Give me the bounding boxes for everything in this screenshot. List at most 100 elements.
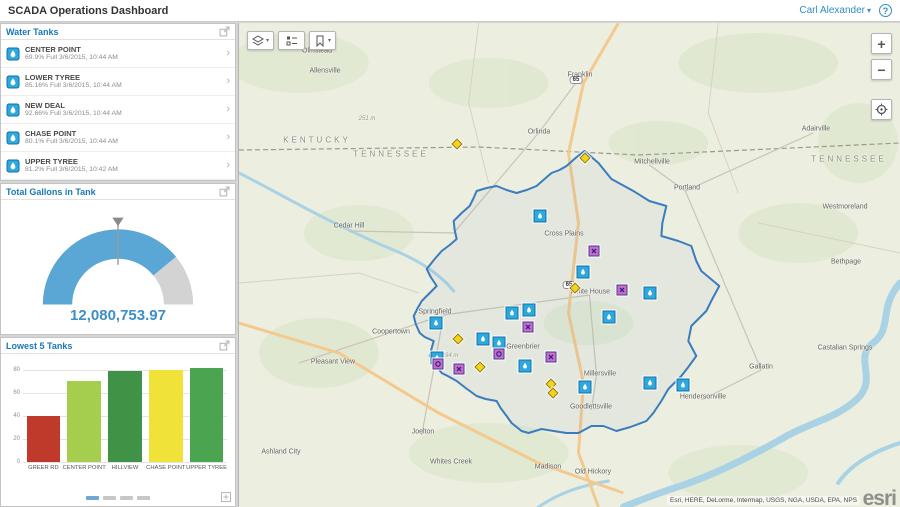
total-gallons-panel-header: Total Gallons in Tank	[1, 184, 235, 200]
water-tank-marker[interactable]	[576, 265, 590, 279]
pager-pill-1[interactable]	[86, 496, 99, 500]
chevron-right-icon: ›	[226, 159, 230, 171]
zoom-controls: + −	[871, 33, 892, 125]
tank-detail: 92.66% Full 3/6/2015, 10:44 AM	[25, 109, 122, 117]
bar-category-label: HILLVIEW	[111, 465, 139, 471]
pump-station-marker[interactable]	[616, 284, 628, 296]
water-tank-marker[interactable]	[476, 332, 490, 346]
tank-list-item[interactable]: LOWER TYREE 85.16% Full 3/6/2015, 10:44 A…	[1, 68, 235, 96]
y-axis-tick: 20	[13, 435, 20, 442]
help-button[interactable]: ?	[879, 4, 892, 17]
water-tank-icon	[6, 103, 20, 117]
pager-pill-4[interactable]	[137, 496, 150, 500]
bar-category-label: CENTER POINT	[62, 465, 106, 471]
panel-title: Lowest 5 Tanks	[6, 340, 73, 351]
bar-category-label: UPPER TYREE	[186, 465, 227, 471]
zoom-in-button[interactable]: +	[871, 33, 892, 54]
map-toolbar: ▾ ▾	[247, 31, 336, 50]
tank-name: CHASE POINT	[25, 128, 77, 138]
alert-diamond-marker[interactable]	[547, 387, 559, 399]
lowest-tanks-panel: Lowest 5 Tanks 0 20 40 60 80 GREER RD CENTER P…	[0, 337, 236, 507]
tank-name: LOWER TYREE	[25, 72, 81, 82]
water-tanks-panel-header: Water Tanks	[1, 24, 235, 40]
chevron-right-icon: ›	[226, 75, 230, 87]
gridline	[23, 462, 227, 463]
expand-panel-icon[interactable]	[219, 186, 230, 197]
bookmarks-button[interactable]: ▾	[309, 31, 336, 50]
tank-list-item[interactable]: CHASE POINT 80.1% Full 3/6/2015, 10:44 AM…	[1, 124, 235, 152]
alert-diamond-marker[interactable]	[451, 138, 463, 150]
water-tank-icon	[6, 131, 20, 145]
pump-station-marker[interactable]	[522, 321, 534, 333]
water-tank-marker[interactable]	[602, 310, 616, 324]
lowest-tanks-panel-header: Lowest 5 Tanks	[1, 338, 235, 354]
user-name: Carl Alexander	[799, 5, 865, 16]
zoom-out-button[interactable]: −	[871, 59, 892, 80]
water-tank-icon	[6, 159, 20, 173]
tank-list-item[interactable]: CENTER POINT 69.9% Full 3/6/2015, 10:44 A…	[1, 40, 235, 68]
bar-category-label: GREER RD	[28, 465, 59, 471]
bar-greer-rd[interactable]	[26, 415, 61, 462]
pump-station-marker[interactable]	[453, 363, 465, 375]
bar-hillview[interactable]	[108, 370, 142, 462]
panel-title: Total Gallons in Tank	[6, 186, 96, 197]
water-tank-icon	[6, 47, 20, 61]
y-axis-tick: 80	[13, 366, 20, 373]
water-tank-marker[interactable]	[505, 306, 519, 320]
pump-station-marker[interactable]	[545, 351, 557, 363]
chevron-right-icon: ›	[226, 103, 230, 115]
pump-station-marker[interactable]	[432, 358, 444, 370]
alert-diamond-marker[interactable]	[474, 361, 486, 373]
legend-button[interactable]	[278, 31, 305, 50]
tank-name: UPPER TYREE	[25, 156, 78, 166]
alert-diamond-marker[interactable]	[452, 333, 464, 345]
y-axis-tick: 40	[13, 412, 20, 419]
chart-pager	[86, 496, 150, 500]
bar-column: UPPER TYREE	[186, 364, 227, 471]
tank-list-item[interactable]: UPPER TYREE 81.2% Full 3/6/2015, 10:42 AM…	[1, 152, 235, 180]
water-tank-marker[interactable]	[643, 286, 657, 300]
expand-chart-icon[interactable]	[221, 492, 231, 502]
map-attribution: Esri, HERE, DeLorme, Intermap, USGS, NGA…	[667, 496, 860, 505]
pump-station-marker[interactable]	[588, 245, 600, 257]
page-title: SCADA Operations Dashboard	[8, 4, 169, 17]
bar-center-point[interactable]	[67, 381, 101, 462]
layers-button[interactable]: ▾	[247, 31, 274, 50]
chevron-down-icon: ▾	[265, 38, 269, 44]
tank-name: NEW DEAL	[25, 100, 65, 110]
bar-column: CHASE POINT	[145, 364, 186, 471]
header-right: Carl Alexander ▾ ?	[799, 4, 892, 17]
locate-button[interactable]	[871, 99, 892, 120]
water-tank-marker[interactable]	[533, 209, 547, 223]
alert-diamond-marker[interactable]	[579, 152, 591, 164]
water-tank-marker[interactable]	[643, 376, 657, 390]
sidebar: Water Tanks CENTER POINT 69.9% Full 3/6/2…	[0, 23, 236, 507]
user-menu[interactable]: Carl Alexander ▾	[799, 5, 871, 16]
y-axis-tick: 60	[13, 389, 20, 396]
chevron-down-icon: ▾	[866, 6, 871, 15]
bar-columns: GREER RD CENTER POINT HILLVIEW CHASE POINT U…	[23, 364, 227, 471]
app-header: SCADA Operations Dashboard Carl Alexande…	[0, 0, 900, 22]
chevron-right-icon: ›	[226, 131, 230, 143]
water-tank-marker[interactable]	[676, 378, 690, 392]
pager-pill-2[interactable]	[103, 496, 116, 500]
water-tank-marker[interactable]	[522, 303, 536, 317]
pager-pill-3[interactable]	[120, 496, 133, 500]
bar-chase-point[interactable]	[149, 369, 183, 462]
expand-panel-icon[interactable]	[219, 340, 230, 351]
expand-panel-icon[interactable]	[219, 26, 230, 37]
pump-station-marker[interactable]	[493, 348, 505, 360]
tank-list-item[interactable]: NEW DEAL 92.66% Full 3/6/2015, 10:44 AM ›	[1, 96, 235, 124]
water-tank-icon	[6, 75, 20, 89]
chevron-right-icon: ›	[226, 47, 230, 59]
gauge-arc	[42, 217, 194, 306]
map-canvas[interactable]: KENTUCKY TENNESSEE TENNESSEE Olmstead Allens…	[238, 23, 900, 507]
bar-chart: 0 20 40 60 80 GREER RD CENTER POINT HILLVIEW CHA…	[7, 360, 229, 476]
bar-upper-tyree[interactable]	[189, 368, 224, 462]
alert-diamond-marker[interactable]	[569, 282, 581, 294]
water-tank-marker[interactable]	[429, 316, 443, 330]
y-axis-tick: 0	[16, 459, 20, 465]
bar-column: CENTER POINT	[63, 364, 106, 471]
water-tank-marker[interactable]	[578, 380, 592, 394]
water-tank-marker[interactable]	[518, 359, 532, 373]
